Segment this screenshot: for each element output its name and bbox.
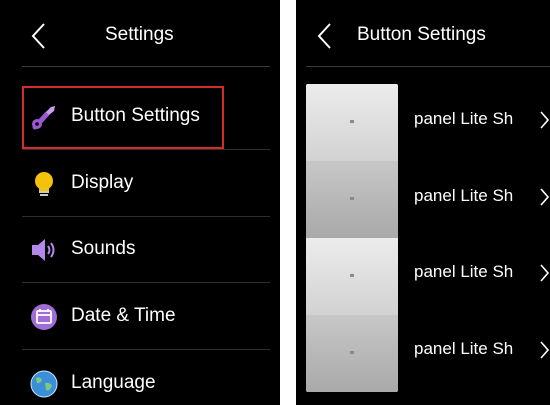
settings-screen: Settings Button Settings Display Sounds … xyxy=(0,0,280,405)
menu-item-label: Display xyxy=(71,172,134,193)
rocker-button-1[interactable] xyxy=(306,84,398,161)
panel-row-3[interactable]: panel Lite Sh xyxy=(414,258,550,288)
selection-highlight xyxy=(22,86,224,149)
header-divider xyxy=(306,66,550,67)
settings-header: Settings xyxy=(0,0,280,67)
panel-label: panel Lite Sh xyxy=(414,109,514,128)
divider xyxy=(22,282,270,283)
speaker-icon xyxy=(32,239,55,261)
button-settings-header: Button Settings xyxy=(296,0,550,67)
indicator-dot xyxy=(350,197,354,200)
menu-item-label: Date & Time xyxy=(71,305,176,326)
page-title: Settings xyxy=(105,24,174,45)
globe-icon xyxy=(30,370,58,398)
rocker-button-2[interactable] xyxy=(306,161,398,238)
menu-item-label: Language xyxy=(71,372,156,393)
panel-label: panel Lite Sh xyxy=(414,339,514,358)
menu-item-sounds[interactable]: Sounds xyxy=(22,217,270,283)
panel-label: panel Lite Sh xyxy=(414,262,514,281)
menu-item-display[interactable]: Display xyxy=(22,151,270,217)
chevron-right-icon xyxy=(540,264,549,282)
back-arrow-icon[interactable] xyxy=(316,22,332,50)
chevron-right-icon xyxy=(540,111,549,129)
menu-item-button-settings[interactable]: Button Settings xyxy=(22,84,270,150)
rocker-button-3[interactable] xyxy=(306,238,398,315)
menu-item-date-time[interactable]: Date & Time xyxy=(22,284,270,350)
page-title: Button Settings xyxy=(357,24,486,45)
header-divider xyxy=(22,66,270,67)
menu-item-label: Sounds xyxy=(71,238,136,259)
panel-label: panel Lite Sh xyxy=(414,186,514,205)
chevron-right-icon xyxy=(540,188,549,206)
switch-panel-preview xyxy=(306,84,398,392)
chevron-right-icon xyxy=(540,341,549,359)
back-arrow-icon[interactable] xyxy=(30,22,46,50)
lightbulb-icon xyxy=(35,172,53,196)
panel-row-2[interactable]: panel Lite Sh xyxy=(414,182,550,212)
indicator-dot xyxy=(350,120,354,123)
divider xyxy=(22,149,270,150)
indicator-dot xyxy=(350,351,354,354)
panel-row-4[interactable]: panel Lite Sh xyxy=(414,335,550,365)
divider xyxy=(22,349,270,350)
indicator-dot xyxy=(350,274,354,277)
panel-row-1[interactable]: panel Lite Sh xyxy=(414,105,550,135)
button-settings-screen: Button Settings panel Lite Sh panel Lite… xyxy=(296,0,550,405)
rocker-button-4[interactable] xyxy=(306,315,398,392)
menu-item-language[interactable]: Language xyxy=(22,351,270,405)
calendar-icon xyxy=(31,304,57,330)
